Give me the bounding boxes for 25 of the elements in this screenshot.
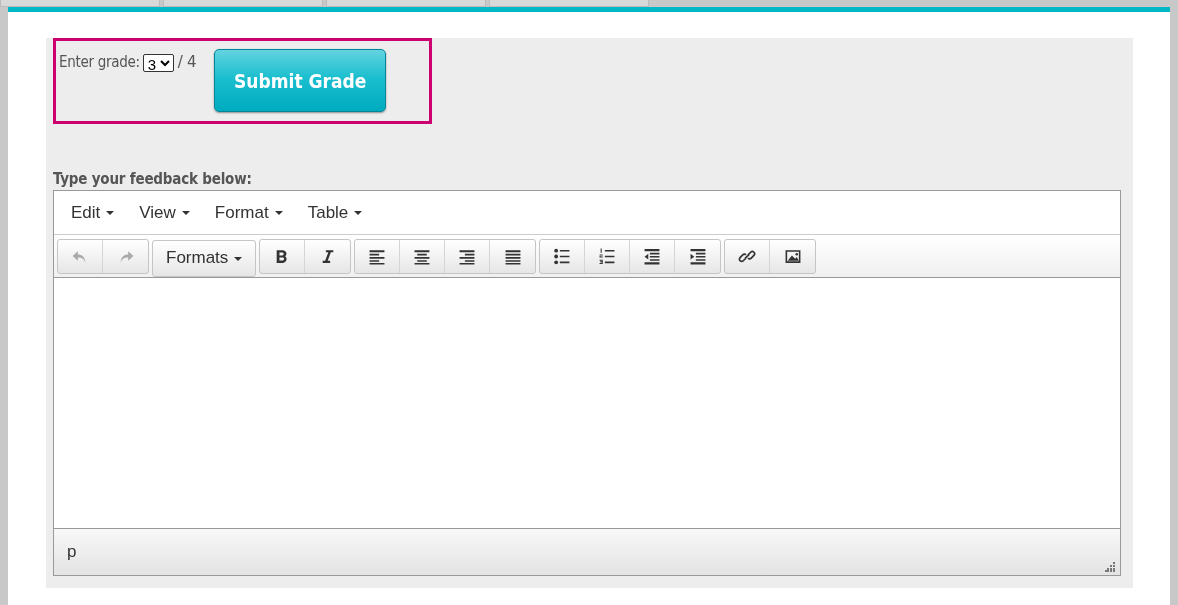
- caret-icon: [106, 211, 115, 215]
- align-left-icon: [368, 247, 387, 265]
- align-right-icon: [458, 247, 477, 265]
- grade-label: Enter grade:: [59, 53, 140, 71]
- caret-icon: [234, 256, 243, 261]
- resize-grip-icon[interactable]: [1105, 562, 1115, 572]
- menu-item[interactable]: View: [129, 202, 200, 223]
- numbered-list-icon: [598, 247, 617, 265]
- caret-icon: [181, 211, 190, 215]
- formats-dropdown[interactable]: Formats: [152, 239, 257, 277]
- align-center-icon: [413, 247, 432, 265]
- caret-icon: [354, 211, 363, 215]
- element-path: p: [67, 542, 77, 562]
- bullet-list-icon: [553, 247, 572, 265]
- outdent-icon: [643, 247, 662, 265]
- caret-icon: [274, 211, 283, 215]
- feedback-label: Type your feedback below:: [53, 170, 253, 188]
- grade-max: / 4: [177, 53, 197, 71]
- grade-select[interactable]: 3: [142, 54, 174, 72]
- menu-item[interactable]: Table: [297, 202, 373, 223]
- justify-icon: [503, 247, 522, 265]
- image-icon: [783, 247, 802, 265]
- indent-icon: [688, 247, 707, 265]
- menu-item[interactable]: Format: [204, 202, 293, 223]
- menu-item[interactable]: Edit: [61, 202, 125, 223]
